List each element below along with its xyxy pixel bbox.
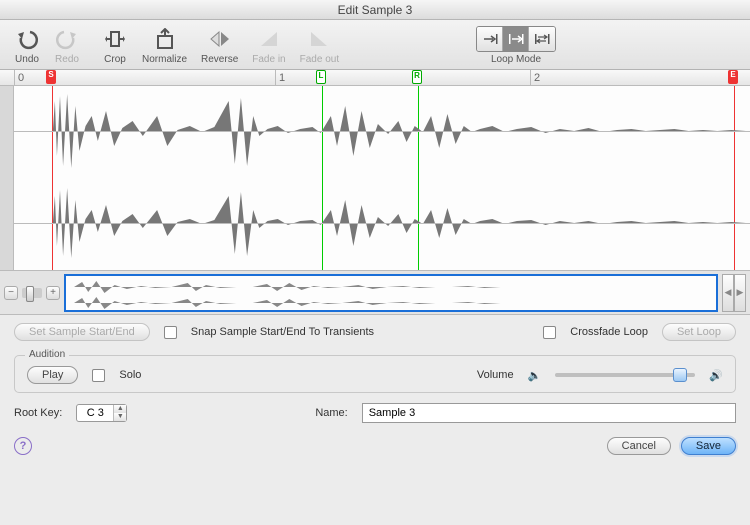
speaker-max-icon: 🔊 <box>709 369 723 382</box>
reverse-icon <box>207 26 233 52</box>
cancel-button[interactable]: Cancel <box>607 437 671 455</box>
redo-button[interactable]: Redo <box>54 26 80 65</box>
normalize-icon <box>152 26 178 52</box>
zoom-out-button[interactable]: − <box>4 286 18 300</box>
start-marker[interactable]: S <box>46 70 56 84</box>
fadein-icon <box>256 26 282 52</box>
undo-icon <box>14 26 40 52</box>
volume-label: Volume <box>477 369 514 381</box>
reverse-button[interactable]: Reverse <box>201 26 238 65</box>
end-marker[interactable]: E <box>728 70 738 84</box>
waveform-gutter <box>0 86 14 270</box>
loop-mode-2[interactable] <box>503 27 529 51</box>
zoom-slider[interactable] <box>22 288 42 298</box>
crop-icon <box>102 26 128 52</box>
play-button[interactable]: Play <box>27 366 78 384</box>
loop-mode-label: Loop Mode <box>491 54 541 65</box>
loop-mode-1[interactable] <box>477 27 503 51</box>
window-title: Edit Sample 3 <box>0 0 750 20</box>
toolbar: Undo Redo Crop Normalize Reverse Fade in… <box>0 20 750 70</box>
speaker-min-icon: 🔈 <box>528 369 542 382</box>
save-button[interactable]: Save <box>681 437 736 455</box>
undo-button[interactable]: Undo <box>14 26 40 65</box>
overview-scroll-right[interactable]: ▶ <box>734 274 746 312</box>
name-label: Name: <box>315 407 347 419</box>
volume-slider[interactable] <box>555 373 695 377</box>
loop-right-marker[interactable]: R <box>412 70 422 84</box>
rootkey-label: Root Key: <box>14 407 62 419</box>
set-loop-button[interactable]: Set Loop <box>662 323 736 341</box>
audition-group: Audition Play Solo Volume 🔈 🔊 <box>14 355 736 393</box>
loop-mode-segmented[interactable] <box>476 26 556 52</box>
crossfade-loop-checkbox[interactable] <box>543 326 556 339</box>
fadein-button[interactable]: Fade in <box>252 26 285 65</box>
name-input[interactable] <box>362 403 736 423</box>
waveform-editor[interactable] <box>0 86 750 271</box>
fadeout-icon <box>306 26 332 52</box>
fadeout-button[interactable]: Fade out <box>300 26 339 65</box>
set-sample-start-end-button[interactable]: Set Sample Start/End <box>14 323 150 341</box>
waveform-channel-left <box>14 86 750 176</box>
rootkey-up[interactable]: ▲ <box>114 405 126 413</box>
time-ruler[interactable]: 0 1 2 S L R E <box>0 70 750 86</box>
loop-left-marker[interactable]: L <box>316 70 326 84</box>
crossfade-loop-label: Crossfade Loop <box>570 326 648 338</box>
waveform-channel-right <box>14 178 750 268</box>
rootkey-stepper[interactable]: ▲▼ <box>76 404 127 422</box>
overview-strip: − + ◀ ▶ <box>0 271 750 315</box>
redo-icon <box>54 26 80 52</box>
zoom-in-button[interactable]: + <box>46 286 60 300</box>
snap-transients-label: Snap Sample Start/End To Transients <box>191 326 374 338</box>
normalize-button[interactable]: Normalize <box>142 26 187 65</box>
solo-label: Solo <box>119 369 141 381</box>
snap-transients-checkbox[interactable] <box>164 326 177 339</box>
loop-mode-3[interactable] <box>529 27 555 51</box>
rootkey-down[interactable]: ▼ <box>114 413 126 421</box>
solo-checkbox[interactable] <box>92 369 105 382</box>
crop-button[interactable]: Crop <box>102 26 128 65</box>
rootkey-input[interactable] <box>77 407 113 419</box>
overview-waveform[interactable] <box>64 274 718 312</box>
help-button[interactable]: ? <box>14 437 32 455</box>
